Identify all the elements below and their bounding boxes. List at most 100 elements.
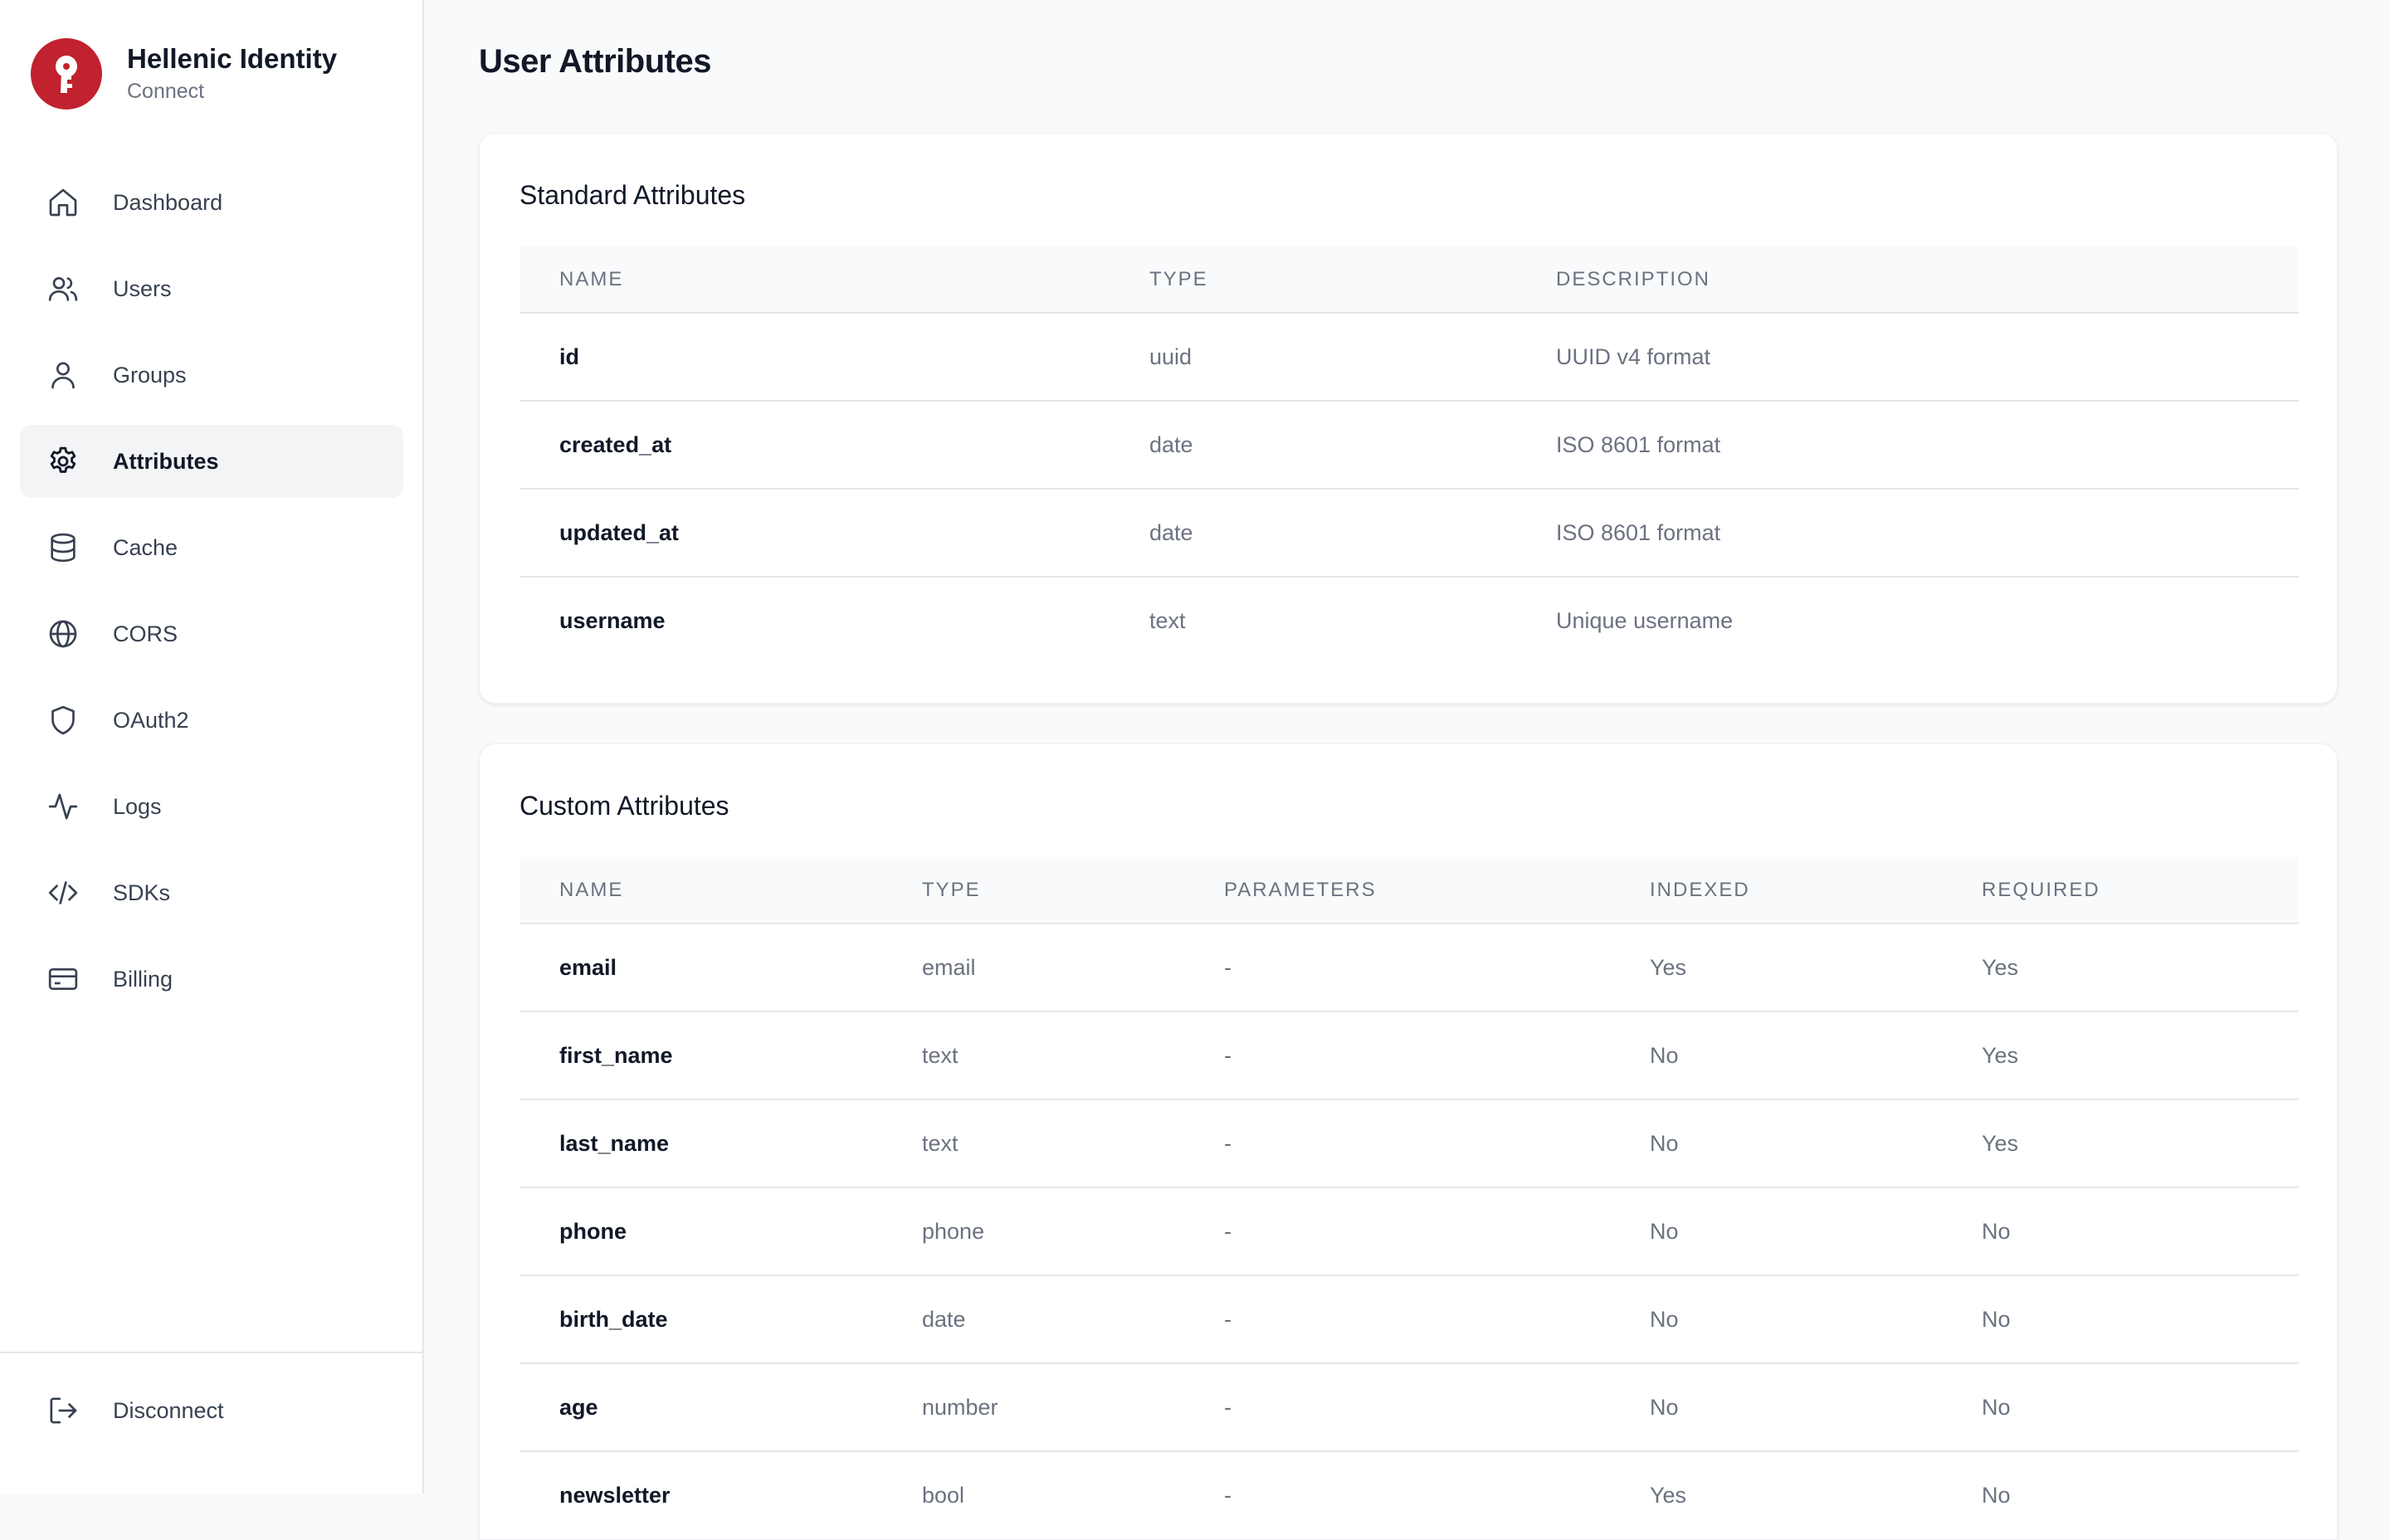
brand[interactable]: Hellenic Identity Connect [31,38,337,110]
attribute-required: No [1942,1187,2299,1275]
sidebar-item-label: Users [113,275,172,301]
attribute-parameters: - [1184,1274,1610,1363]
attribute-type: phone [882,1187,1184,1275]
sidebar-item-label: Attributes [113,448,219,474]
column-header-description: DESCRIPTION [1516,246,2299,314]
attribute-parameters: - [1184,1362,1610,1451]
sidebar-item-billing[interactable]: Billing [20,943,403,1016]
attribute-name: first_name [519,1011,882,1099]
sidebar-item-cors[interactable]: CORS [20,597,403,670]
disconnect-button[interactable]: Disconnect [20,1374,403,1447]
attribute-name: email [559,954,617,980]
attribute-name: newsletter [519,1450,882,1539]
attribute-type: number [882,1362,1184,1451]
table-row[interactable]: phone phone - No No [519,1187,2299,1275]
standard-attributes-card: Standard Attributes NAME TYPE DESCRIPTIO… [479,133,2338,704]
table-row[interactable]: first_name text - No Yes [519,1011,2299,1099]
attribute-type: email [922,954,976,980]
attribute-name: created_at [519,400,1110,489]
sidebar-item-label: OAuth2 [113,707,189,733]
user-icon [46,358,80,392]
attribute-name: last_name [519,1099,882,1187]
column-header-type: TYPE [1110,246,1516,314]
brand-title: Hellenic Identity [127,43,338,74]
sidebar-item-groups[interactable]: Groups [20,339,403,412]
attribute-parameters: - [1184,1011,1610,1099]
attribute-name: username [519,576,1110,665]
sidebar-item-cache[interactable]: Cache [20,511,403,584]
table-row[interactable]: updated_at date ISO 8601 format [519,488,2299,577]
attribute-name: id [559,344,579,369]
attribute-parameters: - [1184,1187,1610,1275]
column-header-parameters: PARAMETERS [1184,857,1610,924]
attribute-required: Yes [1982,954,2019,980]
attribute-description: ISO 8601 format [1516,488,2299,577]
sidebar-divider [0,1352,424,1353]
logout-icon [46,1394,80,1427]
table-header-row: NAME TYPE PARAMETERS INDEXED REQUIRED [519,857,2299,924]
column-header-name: NAME [519,246,1110,314]
table-row[interactable]: username text Unique username [519,576,2299,665]
table-row[interactable]: last_name text - No Yes [519,1099,2299,1187]
attribute-type: date [1110,488,1516,577]
sidebar-item-oauth2[interactable]: OAuth2 [20,684,403,757]
globe-icon [46,617,80,651]
code-icon [46,876,80,909]
users-icon [46,272,80,305]
brand-text: Hellenic Identity Connect [127,42,337,105]
table-header-row: NAME TYPE DESCRIPTION [519,246,2299,314]
standard-attributes-table: NAME TYPE DESCRIPTION id uuid UUID v4 fo… [519,246,2299,665]
attribute-type: text [1110,576,1516,665]
attribute-indexed: No [1610,1362,1942,1451]
attribute-description: ISO 8601 format [1516,400,2299,489]
attribute-indexed: Yes [1650,954,1687,980]
attribute-indexed: No [1610,1274,1942,1363]
sidebar-item-users[interactable]: Users [20,252,403,325]
sidebar-item-label: Groups [113,362,187,387]
sidebar-item-logs[interactable]: Logs [20,770,403,843]
attribute-indexed: No [1610,1187,1942,1275]
database-icon [46,531,80,564]
attribute-parameters: - [1184,1099,1610,1187]
column-header-required: REQUIRED [1942,857,2299,924]
attribute-indexed: Yes [1610,1450,1942,1539]
sidebar-item-label: Logs [113,793,162,819]
sidebar: Hellenic Identity Connect Dashboard User… [0,0,424,1494]
disconnect-label: Disconnect [113,1397,224,1423]
attribute-type: text [882,1011,1184,1099]
attribute-description: UUID v4 format [1556,344,1711,369]
sidebar-item-attributes[interactable]: Attributes [20,425,403,498]
sidebar-item-label: SDKs [113,880,171,905]
sidebar-item-label: Dashboard [113,189,223,215]
activity-icon [46,790,80,823]
sidebar-item-label: CORS [113,621,178,646]
attribute-parameters: - [1224,954,1232,980]
attribute-name: age [519,1362,882,1451]
gear-icon [46,445,80,478]
attribute-indexed: No [1610,1099,1942,1187]
sidebar-item-sdks[interactable]: SDKs [20,856,403,929]
attribute-type: bool [882,1450,1184,1539]
column-header-type: TYPE [882,857,1184,924]
sidebar-item-dashboard[interactable]: Dashboard [20,166,403,239]
column-header-indexed: INDEXED [1610,857,1942,924]
table-row[interactable]: id uuid UUID v4 format [519,313,2299,401]
attribute-required: No [1942,1274,2299,1363]
attribute-required: No [1942,1362,2299,1451]
attribute-name: phone [519,1187,882,1275]
sidebar-item-label: Cache [113,534,178,560]
attribute-name: updated_at [519,488,1110,577]
table-row[interactable]: birth_date date - No No [519,1274,2299,1363]
sidebar-item-label: Billing [113,966,173,992]
attribute-indexed: No [1610,1011,1942,1099]
attribute-type: date [882,1274,1184,1363]
table-row[interactable]: created_at date ISO 8601 format [519,400,2299,489]
brand-subtitle: Connect [127,80,205,103]
table-row[interactable]: email email - Yes Yes [519,924,2299,1011]
attribute-description: Unique username [1516,576,2299,665]
table-row[interactable]: age number - No No [519,1362,2299,1451]
table-row[interactable]: newsletter bool - Yes No [519,1450,2299,1539]
attribute-name: birth_date [519,1274,882,1363]
card-title: Custom Attributes [519,791,729,821]
shield-icon [46,704,80,737]
